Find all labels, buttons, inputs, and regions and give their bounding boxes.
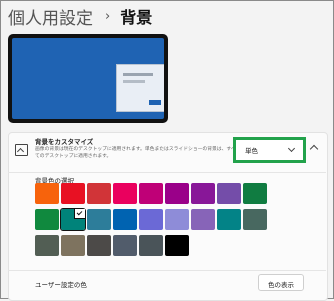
image-icon <box>15 144 28 156</box>
color-swatch[interactable] <box>61 183 85 204</box>
color-swatch[interactable] <box>35 183 59 204</box>
divider <box>8 270 326 271</box>
color-swatch[interactable] <box>217 183 241 204</box>
color-swatch[interactable] <box>87 235 111 256</box>
view-colors-button[interactable]: 色の表示 <box>258 274 304 291</box>
preview-screen <box>12 38 164 119</box>
color-swatch[interactable] <box>139 183 163 204</box>
checkmark-icon <box>74 209 85 219</box>
color-swatch[interactable] <box>191 209 215 230</box>
preview-window-button <box>149 100 161 105</box>
preview-window-line <box>123 80 145 83</box>
color-swatch[interactable] <box>113 183 137 204</box>
color-swatch[interactable] <box>60 208 86 231</box>
custom-color-label: ユーザー設定の色 <box>35 281 87 289</box>
preview-window-line <box>123 73 153 76</box>
breadcrumb-separator-icon: › <box>105 8 111 24</box>
color-swatch[interactable] <box>217 209 241 230</box>
breadcrumb-current: 背景 <box>120 8 153 27</box>
color-swatch[interactable] <box>113 235 137 256</box>
view-colors-label: 色の表示 <box>268 281 294 289</box>
color-swatch[interactable] <box>35 235 59 256</box>
color-swatch[interactable] <box>165 183 189 204</box>
preview-window <box>116 64 164 112</box>
color-swatch[interactable] <box>61 235 85 256</box>
color-swatch[interactable] <box>165 235 189 256</box>
color-swatch[interactable] <box>87 209 111 230</box>
color-swatch[interactable] <box>113 209 137 230</box>
background-type-dropdown[interactable]: 単色 <box>233 137 306 163</box>
page-title: 個人用設定 › 背景 <box>8 0 152 32</box>
color-swatch[interactable] <box>87 183 111 204</box>
breadcrumb-parent[interactable]: 個人用設定 <box>8 4 93 29</box>
desktop-preview <box>8 34 168 123</box>
color-swatch[interactable] <box>139 209 163 230</box>
color-swatch[interactable] <box>243 183 267 204</box>
color-swatch[interactable] <box>165 209 189 230</box>
color-swatch[interactable] <box>191 183 215 204</box>
color-swatch[interactable] <box>35 209 59 230</box>
personalize-title: 背景をカスタマイズ <box>35 138 94 146</box>
color-swatch[interactable] <box>139 235 163 256</box>
color-swatch[interactable] <box>243 209 267 230</box>
dropdown-value: 単色 <box>245 147 258 155</box>
personalize-description: 画像の背景は現在のデスクトップに適用されます。単色またはスライドショーの背景は、… <box>35 147 236 159</box>
chevron-down-icon <box>287 144 296 153</box>
